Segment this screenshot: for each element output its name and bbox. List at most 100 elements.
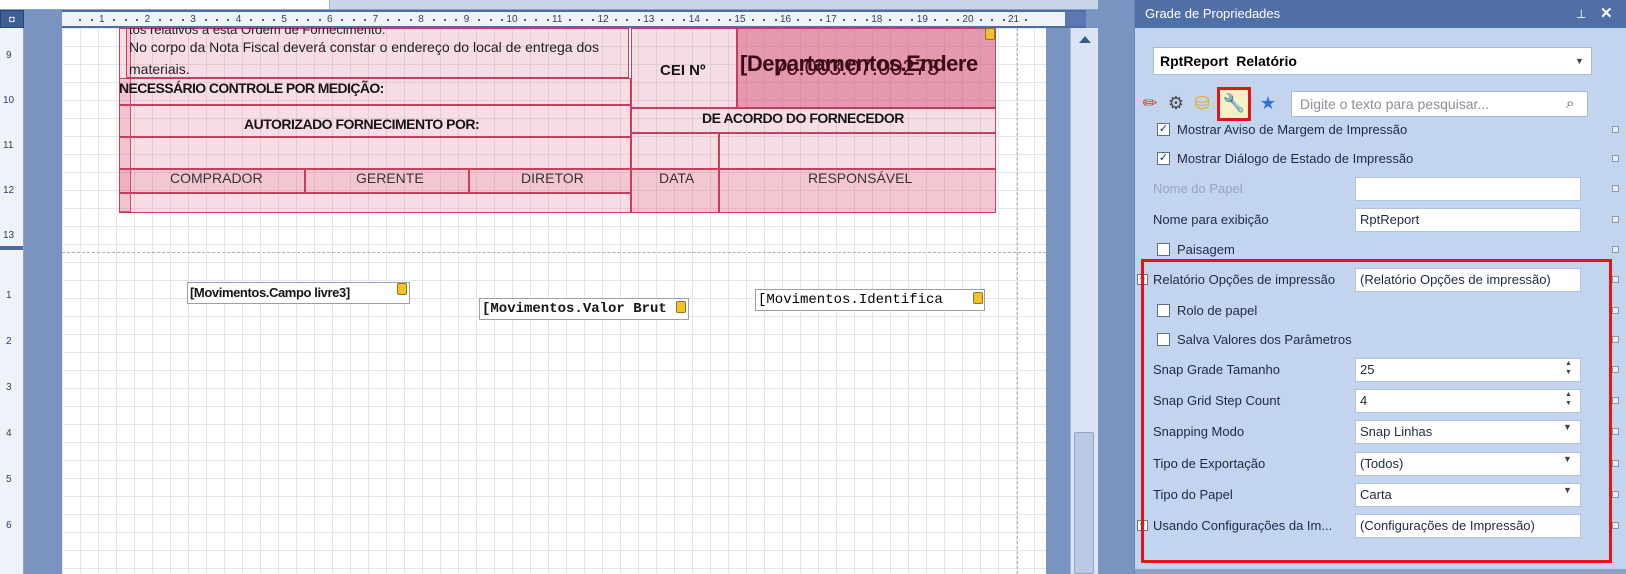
property-row[interactable]: Salva Valores dos Parâmetros [1135,325,1626,356]
property-option-box[interactable] [1612,276,1619,283]
ruler-tick [250,19,253,21]
property-checkbox[interactable]: ✓ [1157,123,1170,136]
note-line-clipped: tos relativos à esta Ordem de Fornecimen… [129,28,386,37]
chevron-down-icon[interactable]: ▼ [1563,422,1572,432]
designer-vertical-scrollbar[interactable] [1070,28,1098,574]
property-row[interactable]: Snap Grid Step Count 4 ▲ ▼ [1135,386,1626,417]
property-option-box[interactable] [1612,460,1619,467]
property-value-field[interactable] [1355,177,1581,201]
panel-splitter[interactable] [1098,0,1134,574]
property-value-field[interactable]: 4 [1355,389,1581,413]
signature-bottom-cell[interactable] [119,193,631,213]
field-handle-icon[interactable] [397,283,407,295]
fornecedor-date-cell[interactable] [631,133,719,169]
property-row[interactable]: Tipo do Papel Carta ▼ [1135,480,1626,511]
property-value-field[interactable]: Snap Linhas [1355,420,1581,444]
property-value-field[interactable]: 25 [1355,358,1581,382]
property-option-box[interactable] [1612,185,1619,192]
departamentos-endereco-field: [Departamentos.Endere [740,51,978,76]
document-tab[interactable] [0,0,330,9]
property-row[interactable]: Rolo de papel [1135,296,1626,327]
ruler-tick-label: 8 [418,14,424,25]
property-option-box[interactable] [1612,155,1619,162]
right-margin-guide [1017,28,1018,574]
property-option-box[interactable] [1612,522,1619,529]
database-icon[interactable]: ⛁ [1189,90,1215,116]
property-row[interactable]: ✓ Mostrar Aviso de Margem de Impressão [1135,120,1626,146]
property-value-field[interactable]: (Configurações de Impressão) [1355,514,1581,538]
field-handle-icon[interactable] [985,28,995,40]
expand-plus-icon[interactable]: + [1137,274,1148,285]
pencil-icon[interactable]: ✏ [1137,90,1163,116]
star-icon[interactable]: ★ [1255,90,1281,116]
note-line-materiais: materiais. [129,61,190,77]
panel-title-bar: Grade de Propriedades ⊥ ✕ [1135,0,1626,28]
property-checkbox[interactable] [1157,243,1170,256]
gear-icon[interactable]: ⚙ [1163,90,1189,116]
chevron-down-icon[interactable]: ▼ [1563,454,1572,464]
property-option-box[interactable] [1612,307,1619,314]
campo-livre-field[interactable]: [Movimentos.Campo livre3] [187,282,410,304]
property-label: Rolo de papel [1177,303,1258,318]
ruler-tick [991,19,994,21]
field-handle-icon[interactable] [676,301,686,313]
report-canvas[interactable]: tos relativos à esta Ordem de Fornecimen… [62,28,1046,574]
ruler-tick [546,19,549,21]
property-row[interactable]: Snap Grade Tamanho 25 ▲ ▼ [1135,355,1626,386]
identificacao-field[interactable]: [Movimentos.Identifica [755,289,985,311]
fornecedor-signature-cell[interactable] [719,133,996,169]
ruler-tick-label: 12 [3,185,15,196]
property-row[interactable]: Paisagem [1135,235,1626,266]
property-option-box[interactable] [1612,397,1619,404]
property-label: Nome para exibição [1153,212,1269,227]
pin-icon[interactable]: ⊥ [1576,0,1586,28]
property-row[interactable]: + Relatório Opções de impressão (Relatório… [1135,265,1626,296]
panel-bottom-bar[interactable] [1135,569,1626,574]
spinner-arrows-icon[interactable]: ▲ ▼ [1565,390,1572,408]
property-option-box[interactable] [1612,126,1619,133]
object-selector[interactable]: RptReport Relatório ▼ [1153,47,1592,75]
field-handle-icon[interactable] [973,292,983,304]
property-row[interactable]: + Usando Configurações da Im... (Configura… [1135,511,1626,542]
property-row[interactable]: Nome para exibição RptReport [1135,205,1626,236]
property-row[interactable]: Tipo de Exportação (Todos) ▼ [1135,449,1626,480]
search-input[interactable]: Digite o texto para pesquisar... ⌕ [1291,91,1588,117]
signature-space-cell[interactable] [119,137,631,169]
close-icon[interactable]: ✕ [1600,0,1613,28]
valor-bruto-field[interactable]: [Movimentos.Valor Brut [479,298,689,320]
property-checkbox[interactable] [1157,333,1170,346]
ruler-tick [432,19,435,21]
expand-plus-icon[interactable]: + [1137,520,1148,531]
property-checkbox[interactable] [1157,304,1170,317]
scrollbar-thumb[interactable] [1074,432,1094,574]
ruler-tick-label: 6 [327,14,333,25]
property-option-box[interactable] [1612,336,1619,343]
ruler-tick-label: 10 [506,14,518,25]
property-value-field[interactable]: (Todos) [1355,452,1581,476]
scroll-up-icon[interactable] [1079,36,1091,43]
property-row[interactable]: Snapping Modo Snap Linhas ▼ [1135,417,1626,448]
property-option-box[interactable] [1612,216,1619,223]
ruler-tick [204,19,207,21]
ruler-tick-label: 3 [190,14,196,25]
ruler-tick-label: 9 [6,50,12,61]
ruler-tick [409,19,412,21]
ruler-tick-label: 13 [3,230,15,241]
property-option-box[interactable] [1612,428,1619,435]
property-row[interactable]: Nome do Papel [1135,174,1626,205]
property-value-field[interactable]: (Relatório Opções de impressão) [1355,268,1581,292]
spinner-arrows-icon[interactable]: ▲ ▼ [1565,359,1572,377]
property-row[interactable]: ✓ Mostrar Diálogo de Estado de Impressão [1135,144,1626,175]
property-value-field[interactable]: RptReport [1355,208,1581,232]
search-icon[interactable]: ⌕ [1566,92,1574,116]
property-value-field[interactable]: Carta [1355,483,1581,507]
property-option-box[interactable] [1612,246,1619,253]
property-option-box[interactable] [1612,491,1619,498]
chevron-down-icon[interactable]: ▼ [1563,485,1572,495]
property-checkbox[interactable]: ✓ [1157,152,1170,165]
comprador-label: COMPRADOR [170,170,263,186]
property-option-box[interactable] [1612,366,1619,373]
wrench-icon[interactable]: 🔧 [1217,87,1251,121]
ruler-tick [808,19,811,21]
chevron-down-icon[interactable]: ▼ [1575,48,1584,74]
